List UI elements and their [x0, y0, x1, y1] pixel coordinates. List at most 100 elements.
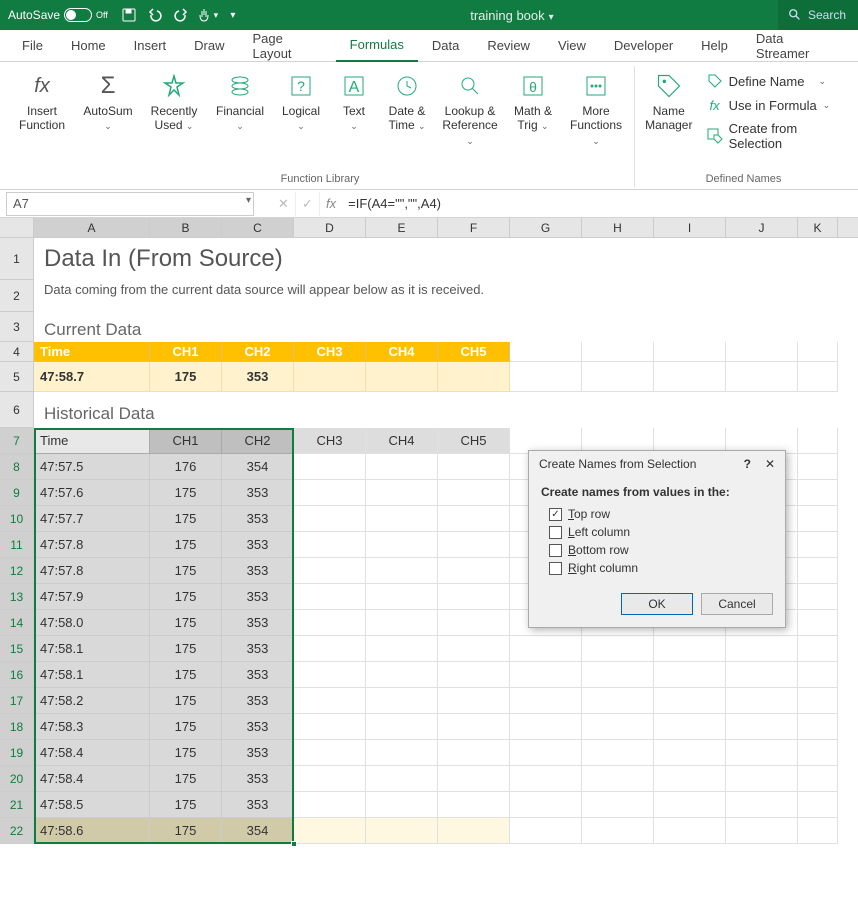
- row-header-13[interactable]: 13: [0, 584, 34, 610]
- fx-button-icon[interactable]: fx: [320, 196, 342, 211]
- redo-icon[interactable]: [168, 0, 194, 30]
- search-box[interactable]: Search: [778, 0, 858, 30]
- tab-data[interactable]: Data: [418, 30, 473, 62]
- hist-header-ch2[interactable]: CH2: [222, 428, 294, 454]
- row-header-19[interactable]: 19: [0, 740, 34, 766]
- row-header-9[interactable]: 9: [0, 480, 34, 506]
- workbook-name[interactable]: training book▾: [246, 8, 778, 23]
- hist-cell[interactable]: 353: [222, 714, 294, 740]
- help-icon[interactable]: ?: [744, 457, 751, 471]
- checkbox-top-row[interactable]: Top row: [541, 507, 773, 521]
- hist-cell[interactable]: 353: [222, 740, 294, 766]
- hist-cell[interactable]: 353: [222, 636, 294, 662]
- header-ch5[interactable]: CH5: [438, 342, 510, 362]
- hist-cell[interactable]: 353: [222, 792, 294, 818]
- tab-draw[interactable]: Draw: [180, 30, 238, 62]
- row-header-7[interactable]: 7: [0, 428, 34, 454]
- checkbox-left-column[interactable]: Left column: [541, 525, 773, 539]
- use-in-formula-button[interactable]: fx Use in Formula ⌄: [703, 94, 846, 116]
- row-header-17[interactable]: 17: [0, 688, 34, 714]
- insert-function-button[interactable]: fx InsertFunction: [12, 66, 72, 137]
- save-icon[interactable]: [116, 0, 142, 30]
- hist-cell[interactable]: 47:57.8: [34, 558, 150, 584]
- tab-help[interactable]: Help: [687, 30, 742, 62]
- hist-cell[interactable]: 353: [222, 584, 294, 610]
- hist-cell[interactable]: 175: [150, 610, 222, 636]
- tab-developer[interactable]: Developer: [600, 30, 687, 62]
- current-ch2[interactable]: 353: [222, 362, 294, 392]
- ok-button[interactable]: OK: [621, 593, 693, 615]
- col-header-A[interactable]: A: [34, 218, 150, 237]
- col-header-B[interactable]: B: [150, 218, 222, 237]
- autosum-button[interactable]: Σ AutoSum⌄: [78, 66, 138, 137]
- dialog-titlebar[interactable]: Create Names from Selection ? ✕: [529, 451, 785, 477]
- hist-header-ch1[interactable]: CH1: [150, 428, 222, 454]
- text-button[interactable]: A Text⌄: [332, 66, 376, 137]
- undo-icon[interactable]: [142, 0, 168, 30]
- logical-button[interactable]: ? Logical⌄: [276, 66, 326, 137]
- hist-cell[interactable]: 175: [150, 480, 222, 506]
- row-header-20[interactable]: 20: [0, 766, 34, 792]
- row-header-3[interactable]: 3: [0, 312, 34, 342]
- row-header-4[interactable]: 4: [0, 342, 34, 362]
- hist-cell[interactable]: 175: [150, 532, 222, 558]
- math-trig-button[interactable]: θ Math &Trig ⌄: [508, 66, 558, 137]
- hist-cell[interactable]: 353: [222, 506, 294, 532]
- hist-cell[interactable]: 175: [150, 818, 222, 844]
- hist-cell[interactable]: 175: [150, 792, 222, 818]
- autosave-toggle[interactable]: AutoSave Off: [0, 8, 116, 22]
- tab-formulas[interactable]: Formulas: [336, 30, 418, 62]
- hist-cell[interactable]: 47:58.2: [34, 688, 150, 714]
- col-header-G[interactable]: G: [510, 218, 582, 237]
- create-from-selection-button[interactable]: Create from Selection: [703, 118, 846, 154]
- customize-qat-icon[interactable]: ▾: [220, 0, 246, 30]
- tab-insert[interactable]: Insert: [120, 30, 181, 62]
- hist-cell[interactable]: 47:58.4: [34, 740, 150, 766]
- current-ch1[interactable]: 175: [150, 362, 222, 392]
- col-header-K[interactable]: K: [798, 218, 838, 237]
- hist-cell[interactable]: 175: [150, 558, 222, 584]
- more-functions-button[interactable]: MoreFunctions ⌄: [564, 66, 628, 151]
- hist-cell[interactable]: 47:57.5: [34, 454, 150, 480]
- hist-cell[interactable]: 175: [150, 662, 222, 688]
- hist-cell[interactable]: 47:58.5: [34, 792, 150, 818]
- hist-cell[interactable]: 175: [150, 636, 222, 662]
- hist-cell[interactable]: 47:58.1: [34, 662, 150, 688]
- hist-cell[interactable]: 47:58.6: [34, 818, 150, 844]
- col-header-D[interactable]: D: [294, 218, 366, 237]
- cancel-button[interactable]: Cancel: [701, 593, 773, 615]
- select-all-corner[interactable]: [0, 218, 34, 237]
- row-header-11[interactable]: 11: [0, 532, 34, 558]
- hist-cell[interactable]: 47:57.8: [34, 532, 150, 558]
- hist-cell[interactable]: 175: [150, 584, 222, 610]
- hist-cell[interactable]: 47:57.7: [34, 506, 150, 532]
- checkbox-bottom-row[interactable]: Bottom row: [541, 543, 773, 557]
- hist-cell[interactable]: 47:58.4: [34, 766, 150, 792]
- hist-cell[interactable]: 353: [222, 662, 294, 688]
- formula-input[interactable]: =IF(A4="","",A4): [342, 196, 858, 211]
- row-header-21[interactable]: 21: [0, 792, 34, 818]
- header-ch2[interactable]: CH2: [222, 342, 294, 362]
- hist-cell[interactable]: 175: [150, 740, 222, 766]
- hist-cell[interactable]: 47:58.1: [34, 636, 150, 662]
- hist-cell[interactable]: 353: [222, 558, 294, 584]
- col-header-F[interactable]: F: [438, 218, 510, 237]
- enter-formula-icon[interactable]: ✓: [296, 192, 320, 216]
- hist-cell[interactable]: 354: [222, 454, 294, 480]
- row-header-10[interactable]: 10: [0, 506, 34, 532]
- row-header-18[interactable]: 18: [0, 714, 34, 740]
- tab-file[interactable]: File: [8, 30, 57, 62]
- hist-cell[interactable]: 353: [222, 532, 294, 558]
- financial-button[interactable]: Financial⌄: [210, 66, 270, 137]
- hist-cell[interactable]: 354: [222, 818, 294, 844]
- row-header-16[interactable]: 16: [0, 662, 34, 688]
- row-header-2[interactable]: 2: [0, 280, 34, 312]
- hist-cell[interactable]: 176: [150, 454, 222, 480]
- header-ch4[interactable]: CH4: [366, 342, 438, 362]
- hist-cell[interactable]: 47:58.3: [34, 714, 150, 740]
- name-box[interactable]: A7 ▾: [6, 192, 254, 216]
- row-header-14[interactable]: 14: [0, 610, 34, 636]
- hist-cell[interactable]: 47:58.0: [34, 610, 150, 636]
- define-name-button[interactable]: Define Name ⌄: [703, 70, 846, 92]
- header-ch1[interactable]: CH1: [150, 342, 222, 362]
